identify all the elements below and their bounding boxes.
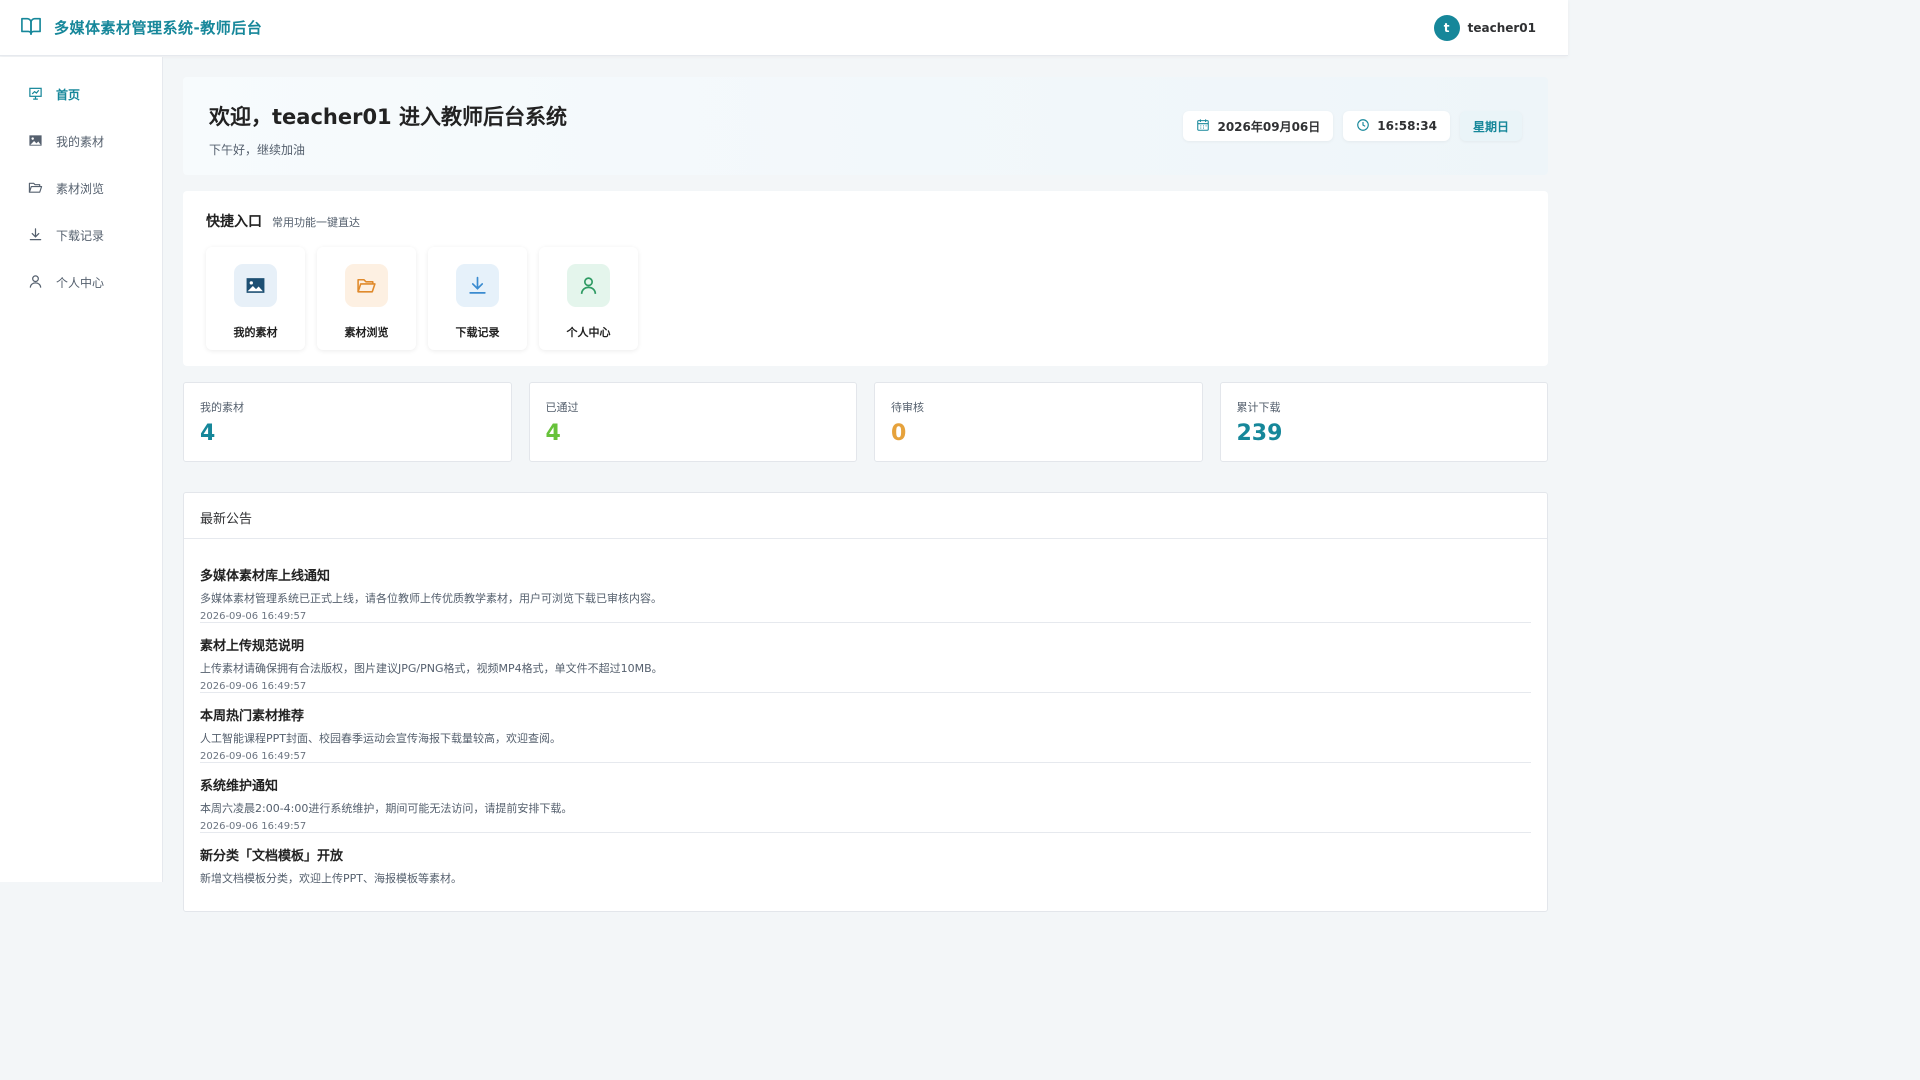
sidebar-item-label: 首页: [56, 88, 81, 102]
announcements-list: 多媒体素材库上线通知 多媒体素材管理系统已正式上线，请各位教师上传优质教学素材，…: [184, 539, 1547, 903]
user-icon: [567, 264, 610, 307]
user-icon: [28, 274, 43, 292]
datetime-chips: 2026年09月06日 16:58:34 星期日: [1183, 111, 1522, 141]
quick-tile-downloads[interactable]: 下载记录: [428, 247, 527, 350]
folder-open-icon: [28, 180, 43, 198]
clock-icon: [1356, 118, 1370, 135]
announcement-title: 新分类「文档模板」开放: [200, 849, 344, 864]
announcement-date: 2026-09-06 16:49:57: [200, 681, 307, 692]
announcement-item[interactable]: 本周热门素材推荐 人工智能课程PPT封面、校园春季运动会宣传海报下载量较高，欢迎…: [200, 693, 1531, 763]
announcements-title: 最新公告: [184, 493, 1547, 539]
stat-value: 0: [891, 421, 907, 446]
announcement-item[interactable]: 系统维护通知 本周六凌晨2:00-4:00进行系统维护，期间可能无法访问，请提前…: [200, 763, 1531, 833]
stat-value: 4: [200, 421, 216, 446]
stat-label: 待审核: [891, 401, 924, 414]
image-icon: [234, 264, 277, 307]
quick-tile-browse[interactable]: 素材浏览: [317, 247, 416, 350]
sidebar-item-label: 我的素材: [56, 135, 105, 149]
sidebar-item-profile[interactable]: 个人中心: [0, 259, 162, 306]
sidebar-item-my-materials[interactable]: 我的素材: [0, 118, 162, 165]
book-icon: [20, 16, 42, 40]
weekday-chip: 星期日: [1459, 111, 1522, 141]
download-icon: [456, 264, 499, 307]
stat-card-my-materials: 我的素材 4: [183, 382, 512, 462]
calendar-icon: [1196, 118, 1210, 135]
sidebar-item-browse[interactable]: 素材浏览: [0, 165, 162, 212]
date-text: 2026年09月06日: [1217, 119, 1321, 134]
time-chip: 16:58:34: [1343, 111, 1450, 141]
announcement-item[interactable]: 多媒体素材库上线通知 多媒体素材管理系统已正式上线，请各位教师上传优质教学素材，…: [200, 553, 1531, 623]
quick-access-panel: 快捷入口 常用功能一键直达 我的素材 素材浏览 下载记录 个人中心: [183, 191, 1548, 366]
announcement-body: 多媒体素材管理系统已正式上线，请各位教师上传优质教学素材，用户可浏览下载已审核内…: [200, 592, 662, 605]
tile-label: 我的素材: [233, 326, 278, 339]
quick-access-tiles: 我的素材 素材浏览 下载记录 个人中心: [206, 247, 1525, 350]
announcement-date: 2026-09-06 16:49:57: [200, 611, 307, 622]
quick-tile-profile[interactable]: 个人中心: [539, 247, 638, 350]
stat-value: 239: [1236, 421, 1283, 446]
tile-label: 个人中心: [566, 326, 611, 339]
image-icon: [28, 133, 43, 151]
announcements-panel: 最新公告 多媒体素材库上线通知 多媒体素材管理系统已正式上线，请各位教师上传优质…: [183, 492, 1548, 912]
announcement-body: 本周六凌晨2:00-4:00进行系统维护，期间可能无法访问，请提前安排下载。: [200, 802, 573, 815]
stat-label: 我的素材: [200, 401, 244, 414]
announcement-title: 素材上传规范说明: [200, 639, 305, 654]
sidebar-item-home[interactable]: 首页: [0, 71, 162, 118]
date-chip: 2026年09月06日: [1183, 111, 1334, 141]
welcome-banner: 欢迎，teacher01 进入教师后台系统 下午好，继续加油 2026年09月0…: [183, 77, 1548, 175]
announcement-body: 人工智能课程PPT封面、校园春季运动会宣传海报下载量较高，欢迎查阅。: [200, 732, 561, 745]
stat-card-downloads: 累计下载 239: [1219, 382, 1548, 462]
stat-card-approved: 已通过 4: [528, 382, 857, 462]
app-title: 多媒体素材管理系统-教师后台: [54, 19, 263, 37]
announcement-title: 本周热门素材推荐: [200, 709, 305, 724]
stats-row: 我的素材 4 已通过 4 待审核 0 累计下载 239: [183, 382, 1548, 462]
welcome-subtitle: 下午好，继续加油: [209, 143, 306, 157]
folder-open-icon: [345, 264, 388, 307]
quick-access-header: 快捷入口 常用功能一键直达: [206, 211, 1525, 231]
sidebar: 首页 我的素材 素材浏览 下载记录 个人中心: [0, 57, 163, 882]
top-bar: 多媒体素材管理系统-教师后台 t teacher01: [0, 0, 1568, 56]
download-icon: [28, 227, 43, 245]
announcement-body: 新增文档模板分类，欢迎上传PPT、海报模板等素材。: [200, 872, 462, 885]
announcement-title: 系统维护通知: [200, 779, 279, 794]
announcement-item[interactable]: 素材上传规范说明 上传素材请确保拥有合法版权，图片建议JPG/PNG格式，视频M…: [200, 623, 1531, 693]
tile-label: 素材浏览: [344, 326, 389, 339]
sidebar-item-downloads[interactable]: 下载记录: [0, 212, 162, 259]
stat-card-pending: 待审核 0: [874, 382, 1203, 462]
announcement-date: 2026-09-06 16:49:57: [200, 751, 307, 762]
stat-value: 4: [545, 421, 561, 446]
stat-label: 已通过: [545, 401, 579, 414]
announcement-title: 多媒体素材库上线通知: [200, 569, 331, 584]
brand[interactable]: 多媒体素材管理系统-教师后台: [20, 16, 262, 40]
weekday-text: 星期日: [1472, 119, 1509, 134]
sidebar-item-label: 素材浏览: [56, 182, 105, 196]
quick-access-title: 快捷入口: [206, 214, 262, 230]
announcement-body: 上传素材请确保拥有合法版权，图片建议JPG/PNG格式，视频MP4格式，单文件不…: [200, 662, 663, 675]
announcement-date: 2026-09-06 16:49:57: [200, 821, 307, 832]
quick-tile-my-materials[interactable]: 我的素材: [206, 247, 305, 350]
sidebar-item-label: 下载记录: [56, 229, 105, 243]
avatar[interactable]: t: [1433, 14, 1460, 41]
presentation-icon: [28, 86, 43, 104]
stat-label: 累计下载: [1236, 401, 1281, 414]
tile-label: 下载记录: [455, 326, 500, 339]
quick-access-subtitle: 常用功能一键直达: [272, 216, 360, 229]
announcement-item[interactable]: 新分类「文档模板」开放 新增文档模板分类，欢迎上传PPT、海报模板等素材。: [200, 833, 1531, 903]
user-menu[interactable]: t teacher01: [1433, 14, 1536, 41]
sidebar-item-label: 个人中心: [56, 276, 105, 290]
username[interactable]: teacher01: [1468, 21, 1536, 35]
time-text: 16:58:34: [1377, 119, 1437, 133]
